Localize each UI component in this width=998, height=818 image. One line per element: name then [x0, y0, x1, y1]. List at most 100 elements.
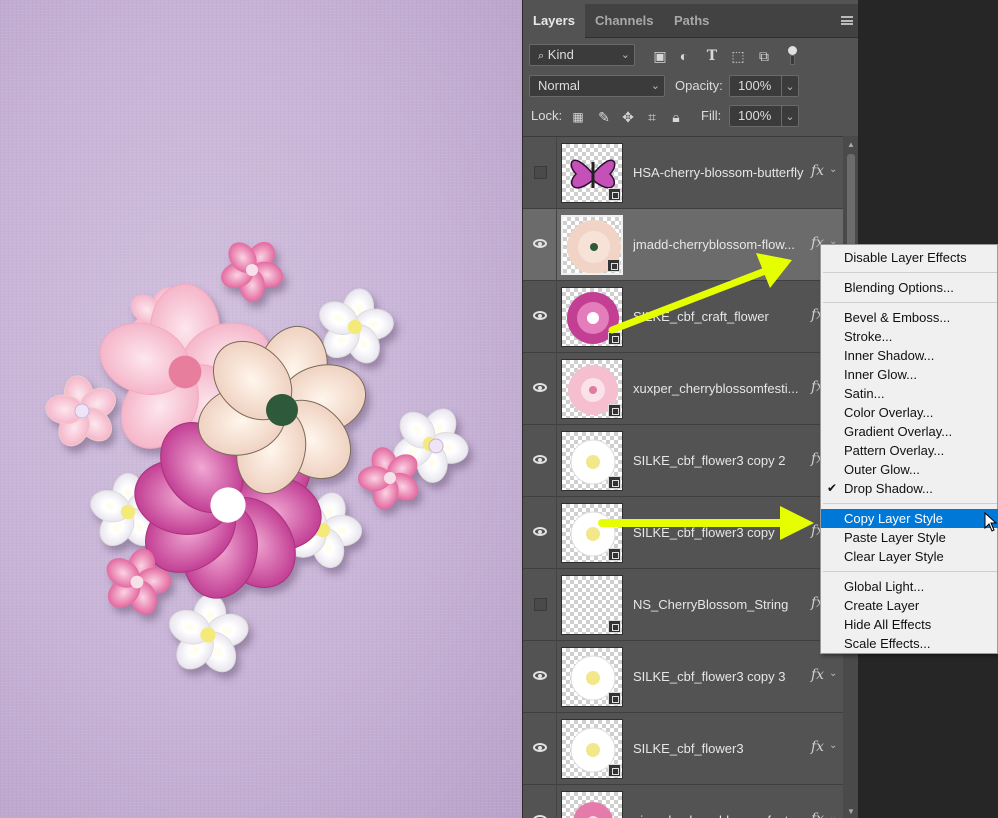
eye-icon[interactable] — [533, 527, 547, 536]
panel-menu-icon[interactable] — [841, 16, 853, 25]
lock-artboard-icon[interactable]: ⌗ — [643, 108, 661, 126]
eye-icon[interactable] — [533, 671, 547, 680]
layer-thumbnail[interactable] — [561, 359, 623, 419]
menu-item-inner-shadow[interactable]: Inner Shadow... — [821, 346, 998, 365]
eye-icon[interactable] — [533, 383, 547, 392]
layer-row[interactable]: SILKE_cbf_flower3 copy 2fx⌄ — [523, 425, 843, 497]
tab-layers[interactable]: Layers — [523, 4, 585, 38]
chevron-down-icon[interactable]: ⌄ — [829, 812, 837, 818]
layer-row[interactable]: aimeeh_cherryblossomfest...fx ⌄ — [523, 785, 843, 818]
layer-thumbnail[interactable] — [561, 647, 623, 707]
layer-name[interactable]: SILKE_cbf_flower3 copy — [633, 525, 809, 540]
blend-mode-dropdown[interactable]: Normal ⌄ — [529, 75, 665, 97]
menu-item-stroke[interactable]: Stroke... — [821, 327, 998, 346]
menu-item-create-layer[interactable]: Create Layer — [821, 596, 998, 615]
lock-position-move-icon[interactable]: ✥ — [619, 108, 637, 126]
layer-thumbnail[interactable] — [561, 719, 623, 779]
filter-toggle-icon[interactable] — [785, 46, 799, 66]
layer-name[interactable]: HSA-cherry-blossom-butterfly — [633, 165, 809, 180]
eye-icon[interactable] — [533, 311, 547, 320]
layer-row[interactable]: jmadd-cherryblossom-flow... fx ⌄ — [523, 209, 843, 281]
menu-item-color-overlay[interactable]: Color Overlay... — [821, 403, 998, 422]
visibility-column[interactable] — [523, 209, 557, 281]
adjustment-filter-icon[interactable]: ◐ — [675, 47, 693, 65]
type-filter-icon[interactable]: T — [703, 47, 721, 65]
menu-item-inner-glow[interactable]: Inner Glow... — [821, 365, 998, 384]
menu-item-drop-shadow[interactable]: ✔ Drop Shadow... — [821, 479, 998, 498]
smart-object-filter-icon[interactable]: ⧉ — [755, 47, 773, 65]
menu-item-gradient-overlay[interactable]: Gradient Overlay... — [821, 422, 998, 441]
eye-icon[interactable] — [533, 743, 547, 752]
menu-item-outer-glow[interactable]: Outer Glow... — [821, 460, 998, 479]
tab-channels[interactable]: Channels — [585, 4, 664, 38]
layer-thumbnail[interactable] — [561, 791, 623, 818]
lock-all-icon[interactable]: 🔒︎ — [667, 108, 685, 126]
layer-row[interactable]: NS_CherryBlossom_Stringfx⌄ — [523, 569, 843, 641]
layer-row[interactable]: SILKE_cbf_flower3 copyfx⌄ — [523, 497, 843, 569]
visibility-column[interactable] — [523, 137, 557, 209]
layer-thumbnail[interactable] — [561, 575, 623, 635]
layer-name[interactable]: SILKE_cbf_flower3 copy 3 — [633, 669, 809, 684]
tab-paths[interactable]: Paths — [664, 4, 719, 38]
menu-item-global-light[interactable]: Global Light... — [821, 577, 998, 596]
layer-name[interactable]: SILKE_cbf_flower3 — [633, 741, 809, 756]
shape-filter-icon[interactable]: ⬚ — [729, 47, 747, 65]
visibility-column[interactable] — [523, 425, 557, 497]
scroll-down-icon[interactable]: ▼ — [847, 807, 855, 816]
eye-icon[interactable] — [533, 455, 547, 464]
fx-icon[interactable]: fx — [811, 739, 824, 755]
chevron-down-icon[interactable]: ⌄ — [829, 164, 837, 175]
menu-item-clear-layer-style[interactable]: Clear Layer Style — [821, 547, 998, 566]
visibility-column[interactable] — [523, 353, 557, 425]
kind-filter-dropdown[interactable]: ⌕ Kind ⌄ — [529, 44, 635, 66]
chevron-down-icon[interactable]: ⌄ — [829, 740, 837, 751]
visibility-toggle-off[interactable] — [534, 166, 547, 179]
lock-image-brush-icon[interactable]: ✎ — [595, 108, 613, 126]
layer-row[interactable]: SILKE_cbf_flower3 fx ⌄ — [523, 713, 843, 785]
layer-name[interactable]: SILKE_cbf_craft_flower — [633, 309, 809, 324]
fx-icon[interactable]: fx — [811, 163, 824, 179]
layer-row[interactable]: xuxper_cherryblossomfesti...fx⌄ — [523, 353, 843, 425]
visibility-toggle-off[interactable] — [534, 598, 547, 611]
layer-thumbnail[interactable] — [561, 143, 623, 203]
lock-transparent-icon[interactable]: ▦ — [569, 108, 587, 126]
menu-item-paste-layer-style[interactable]: Paste Layer Style — [821, 528, 998, 547]
menu-item-bevel-emboss[interactable]: Bevel & Emboss... — [821, 308, 998, 327]
visibility-column[interactable] — [523, 497, 557, 569]
fx-icon[interactable]: fx — [811, 667, 824, 683]
layer-thumbnail[interactable] — [561, 431, 623, 491]
layer-thumbnail[interactable] — [561, 503, 623, 563]
menu-item-hide-all-effects[interactable]: Hide All Effects — [821, 615, 998, 634]
fx-icon[interactable]: fx — [811, 811, 824, 818]
layer-row[interactable]: SILKE_cbf_craft_flowerfx⌄ — [523, 281, 843, 353]
visibility-column[interactable] — [523, 713, 557, 785]
chevron-down-icon[interactable]: ⌄ — [829, 668, 837, 679]
menu-item-scale-effects[interactable]: Scale Effects... — [821, 634, 998, 653]
layer-name[interactable]: aimeeh_cherryblossomfest... — [633, 813, 809, 818]
visibility-column[interactable] — [523, 281, 557, 353]
scroll-up-icon[interactable]: ▲ — [847, 140, 855, 149]
menu-item-blending-options[interactable]: Blending Options... — [821, 278, 998, 297]
fill-slider-toggle[interactable]: ⌄ — [781, 105, 799, 127]
menu-item-disable-layer-effects[interactable]: Disable Layer Effects — [821, 248, 998, 267]
layer-row[interactable]: SILKE_cbf_flower3 copy 3 fx ⌄ — [523, 641, 843, 713]
checkmark-icon: ✔ — [827, 481, 838, 495]
document-canvas[interactable] — [0, 0, 522, 818]
eye-icon[interactable] — [533, 239, 547, 248]
pixel-layer-filter-icon[interactable]: ▣ — [651, 47, 669, 65]
layer-name[interactable]: xuxper_cherryblossomfesti... — [633, 381, 809, 396]
menu-item-pattern-overlay[interactable]: Pattern Overlay... — [821, 441, 998, 460]
layer-name[interactable]: NS_CherryBlossom_String — [633, 597, 809, 612]
small-pink-blossom — [221, 241, 284, 303]
layer-thumbnail[interactable] — [561, 215, 623, 275]
layer-row[interactable]: HSA-cherry-blossom-butterfly fx ⌄ — [523, 137, 843, 209]
visibility-column[interactable] — [523, 569, 557, 641]
menu-item-satin[interactable]: Satin... — [821, 384, 998, 403]
layer-thumbnail[interactable] — [561, 287, 623, 347]
opacity-slider-toggle[interactable]: ⌄ — [781, 75, 799, 97]
visibility-column[interactable] — [523, 785, 557, 818]
visibility-column[interactable] — [523, 641, 557, 713]
layer-name[interactable]: jmadd-cherryblossom-flow... — [633, 237, 809, 252]
menu-item-copy-layer-style[interactable]: Copy Layer Style — [821, 509, 998, 528]
layer-name[interactable]: SILKE_cbf_flower3 copy 2 — [633, 453, 809, 468]
